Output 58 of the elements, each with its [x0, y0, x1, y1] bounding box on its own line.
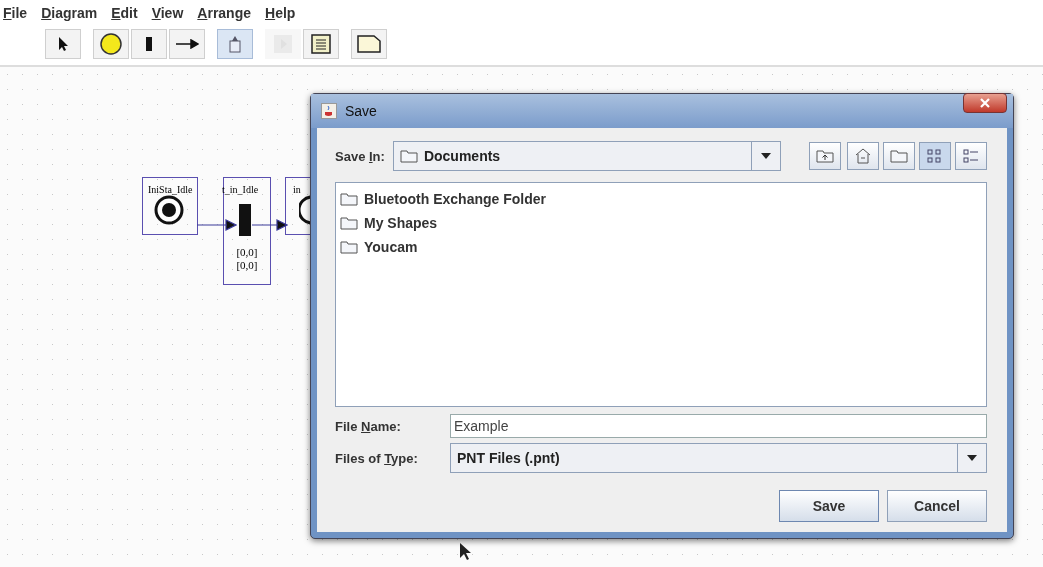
circle-icon [99, 32, 123, 56]
caret-icon [760, 153, 771, 159]
cup-icon [321, 103, 337, 119]
close-icon [980, 98, 990, 108]
menu-item[interactable]: File [3, 5, 28, 25]
arc-arrow [197, 219, 237, 231]
transition-tool-button[interactable] [131, 29, 167, 59]
menu-item[interactable]: View [151, 5, 184, 25]
details-view-icon [963, 148, 979, 164]
place-node[interactable] [143, 178, 197, 234]
place-tool-button[interactable] [93, 29, 129, 59]
note-icon [357, 35, 381, 53]
folder-item[interactable]: Youcam [340, 235, 422, 259]
place-label: IniSta_Idle [148, 184, 193, 195]
file-name-field[interactable]: Example [450, 414, 987, 438]
home-button[interactable] [847, 142, 879, 170]
menu-item[interactable]: Arrange [197, 5, 251, 25]
pointer-icon [56, 36, 70, 52]
marking-text: [0,0] [236, 246, 258, 259]
arrow-icon [175, 39, 199, 49]
save-button[interactable]: Save [779, 490, 879, 522]
file-type-dropdown[interactable]: PNT Files (.pnt) [450, 443, 987, 473]
folder-icon [340, 216, 358, 230]
marking-text: [0,0] [236, 259, 258, 272]
file-type-label: Files of Type: [335, 450, 419, 466]
note-tool-button[interactable] [351, 29, 387, 59]
menu-item[interactable]: Diagram [41, 5, 98, 25]
arc-tool-button[interactable] [169, 29, 205, 59]
list-tool-button[interactable] [303, 29, 339, 59]
folder-item[interactable]: My Shapes [340, 211, 442, 235]
transition-bar-icon [239, 204, 251, 236]
place-node[interactable] [286, 178, 310, 234]
save-in-dropdown[interactable]: Documents [392, 141, 781, 171]
arc-arrow [252, 219, 288, 231]
token-icon [228, 35, 242, 53]
home-icon [855, 148, 871, 164]
menu-item[interactable]: Edit [111, 5, 138, 25]
dialog-title: Save [345, 103, 378, 119]
close-button[interactable] [963, 93, 1007, 113]
cancel-button[interactable]: Cancel [887, 490, 987, 522]
folder-icon [890, 149, 908, 163]
bar-icon [145, 36, 153, 52]
pointer-tool-button[interactable] [45, 29, 81, 59]
up-folder-button[interactable] [809, 142, 841, 170]
new-folder-button[interactable] [883, 142, 915, 170]
folder-icon [340, 240, 358, 254]
save-in-label: Save In: [335, 148, 385, 164]
list-icon [311, 34, 331, 54]
list-view-icon [927, 148, 943, 164]
folder-icon [399, 149, 418, 163]
file-name-label: File Name: [335, 418, 402, 434]
menu-item[interactable]: Help [265, 5, 296, 25]
caret-icon [967, 455, 977, 461]
folder-item[interactable]: Bluetooth Exchange Folder [340, 187, 550, 211]
place-label: in [293, 184, 301, 195]
up-folder-icon [816, 149, 834, 163]
folder-icon [340, 192, 358, 206]
details-view-button[interactable] [955, 142, 987, 170]
